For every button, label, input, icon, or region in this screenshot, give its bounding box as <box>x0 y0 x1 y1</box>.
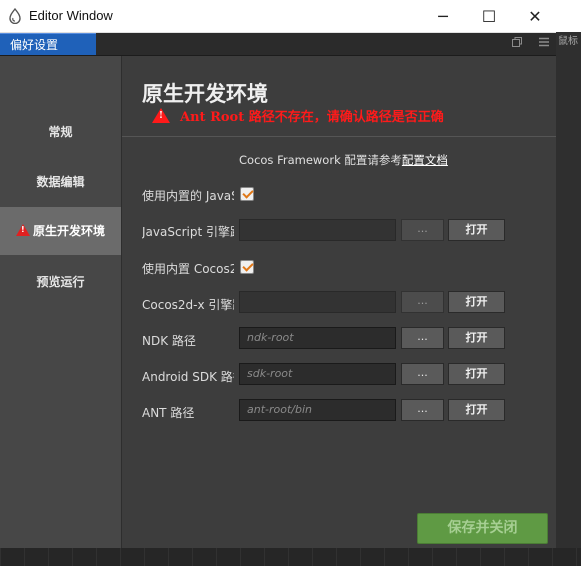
settings-content: 原生开发环境 Ant Root 路径不存在，请确认路径是否正确 Cocos Fr… <box>122 56 556 548</box>
background-editor-panel <box>556 32 581 566</box>
sidebar-item-label: 常规 <box>48 125 73 139</box>
ndk-path-input[interactable]: ndk-root <box>239 327 396 349</box>
sidebar-item-label: 数据编辑 <box>36 175 85 189</box>
ant-path-placeholder: ant-root/bin <box>247 403 313 416</box>
js-engine-open-button[interactable]: 打开 <box>448 219 505 241</box>
cocos-engine-browse-button[interactable]: ... <box>401 291 444 313</box>
use-builtin-js-label: 使用内置的 JavaScript 引擎 <box>142 189 234 203</box>
use-builtin-js-checkbox[interactable] <box>240 187 254 201</box>
window-title: Editor Window <box>29 8 113 23</box>
framework-hint: Cocos Framework 配置请参考配置文档 <box>239 152 448 168</box>
sidebar-item-label: 原生开发环境 <box>32 224 105 238</box>
close-icon: ✕ <box>528 6 542 26</box>
divider <box>122 136 556 137</box>
minimize-button[interactable]: ─ <box>420 0 466 32</box>
warning-icon <box>152 108 170 123</box>
sidebar-item-general[interactable]: 常规 <box>0 108 121 156</box>
framework-hint-text: Cocos Framework 配置请参考 <box>239 153 402 167</box>
minimize-icon: ─ <box>438 6 448 26</box>
ant-open-button[interactable]: 打开 <box>448 399 505 421</box>
close-button[interactable]: ✕ <box>512 0 558 32</box>
ndk-open-button[interactable]: 打开 <box>448 327 505 349</box>
page-title: 原生开发环境 <box>142 82 268 106</box>
use-builtin-cocos-label: 使用内置 Cocos2d-x 引擎 <box>142 262 234 276</box>
background-tab-fragment: 鼠标 <box>558 36 578 47</box>
config-doc-link[interactable]: 配置文档 <box>402 153 448 167</box>
menu-icon[interactable] <box>537 36 551 50</box>
sidebar: 常规 数据编辑 原生开发环境 预览运行 <box>0 56 122 548</box>
use-builtin-cocos-checkbox[interactable] <box>240 260 254 274</box>
panel-header: 偏好设置 <box>0 33 556 56</box>
maximize-icon: ☐ <box>481 6 497 26</box>
window-title-bar: Editor Window ─ ☐ ✕ <box>0 0 581 33</box>
cocos-engine-input[interactable] <box>239 291 396 313</box>
ant-label: ANT 路径 <box>142 406 195 420</box>
ndk-browse-button[interactable]: ... <box>401 327 444 349</box>
popout-icon[interactable] <box>510 36 524 50</box>
js-engine-input[interactable] <box>239 219 396 241</box>
ant-path-input[interactable]: ant-root/bin <box>239 399 396 421</box>
sidebar-item-preview-run[interactable]: 预览运行 <box>0 258 121 306</box>
android-sdk-browse-button[interactable]: ... <box>401 363 444 385</box>
sidebar-item-native-develop[interactable]: 原生开发环境 <box>0 207 121 255</box>
js-engine-label: JavaScript 引擎路径 <box>142 225 234 239</box>
sidebar-item-data-editing[interactable]: 数据编辑 <box>0 158 121 206</box>
js-engine-browse-button[interactable]: ... <box>401 219 444 241</box>
ndk-label: NDK 路径 <box>142 334 196 348</box>
cocos-engine-label: Cocos2d-x 引擎路径 <box>142 298 234 312</box>
tab-preferences[interactable]: 偏好设置 <box>0 33 96 55</box>
android-sdk-placeholder: sdk-root <box>247 367 293 380</box>
maximize-button[interactable]: ☐ <box>466 0 512 32</box>
android-sdk-open-button[interactable]: 打开 <box>448 363 505 385</box>
sidebar-item-label: 预览运行 <box>36 275 85 289</box>
ant-browse-button[interactable]: ... <box>401 399 444 421</box>
preferences-panel: 常规 数据编辑 原生开发环境 预览运行 原生开发环境 Ant Root 路径不存… <box>0 56 556 548</box>
android-sdk-path-input[interactable]: sdk-root <box>239 363 396 385</box>
ndk-path-placeholder: ndk-root <box>247 331 294 344</box>
cocos-engine-open-button[interactable]: 打开 <box>448 291 505 313</box>
error-message: Ant Root 路径不存在，请确认路径是否正确 <box>152 106 444 125</box>
app-icon <box>9 8 21 24</box>
warning-icon <box>15 224 30 236</box>
android-sdk-label: Android SDK 路径 <box>142 370 234 384</box>
error-text: Ant Root 路径不存在，请确认路径是否正确 <box>180 110 444 125</box>
save-and-close-button[interactable]: 保存并关闭 <box>417 513 548 544</box>
background-scene-grid <box>0 548 581 566</box>
